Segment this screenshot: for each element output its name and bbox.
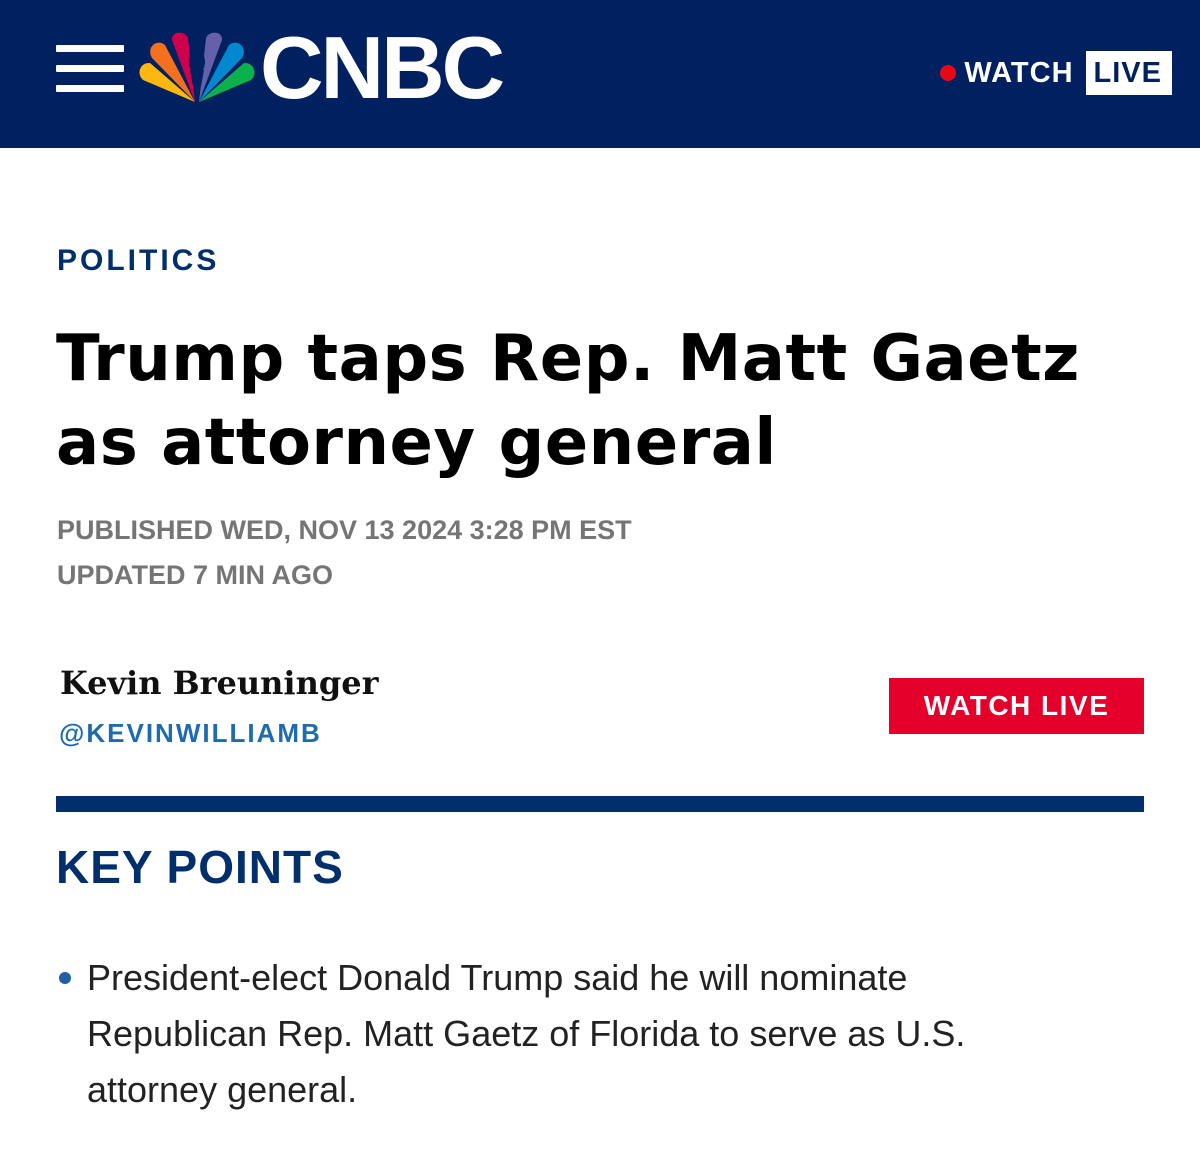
hamburger-menu-icon[interactable] [56, 45, 124, 93]
article-headline: Trump taps Rep. Matt Gaetz as attorney g… [56, 322, 1080, 480]
key-point-text: President-elect Donald Trump said he wil… [87, 957, 966, 1110]
author-twitter-handle[interactable]: @KEVINWILLIAMB [59, 718, 322, 749]
key-points-list: President-elect Donald Trump said he wil… [56, 950, 1056, 1118]
top-navigation-bar: CNBC WATCH LIVE [0, 0, 1200, 148]
live-dot-icon [940, 65, 957, 81]
menu-line [56, 65, 124, 72]
menu-line [56, 85, 124, 92]
watch-live-header-link[interactable]: WATCH LIVE [940, 51, 1172, 95]
published-timestamp: PUBLISHED WED, NOV 13 2024 3:28 PM EST [57, 515, 632, 545]
cnbc-logo[interactable]: CNBC [138, 22, 548, 114]
key-point-item: President-elect Donald Trump said he wil… [56, 950, 1056, 1118]
watch-live-button[interactable]: WATCH LIVE [889, 678, 1144, 734]
menu-line [56, 45, 124, 52]
key-points-divider [56, 796, 1144, 812]
updated-timestamp: UPDATED 7 MIN AGO [57, 560, 334, 590]
key-points-heading: KEY POINTS [56, 841, 344, 893]
nbc-peacock-icon [139, 32, 255, 102]
live-label: LIVE [1085, 51, 1172, 95]
author-name[interactable]: Kevin Breuninger [60, 664, 378, 702]
watch-label: WATCH [964, 56, 1074, 89]
bullet-icon [59, 972, 71, 984]
logo-wordmark: CNBC [260, 18, 505, 117]
section-label[interactable]: POLITICS [57, 244, 219, 278]
